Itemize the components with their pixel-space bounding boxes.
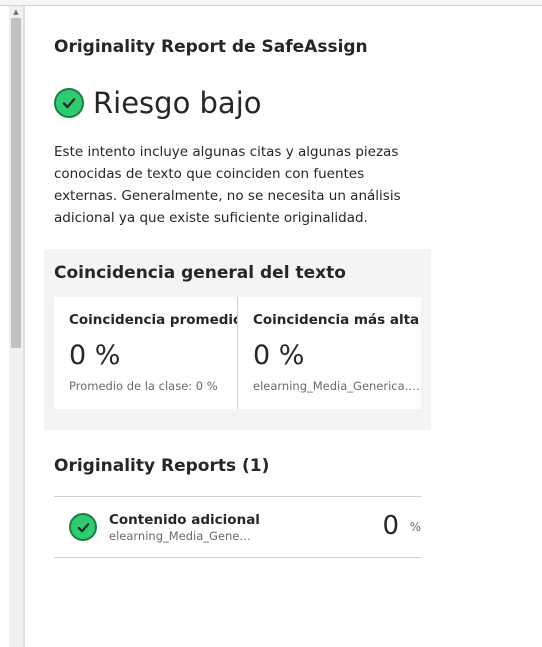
highest-match-value: 0 % [253,340,305,371]
vertical-scrollbar[interactable]: ▲ [9,6,23,647]
check-circle-icon [69,513,97,541]
risk-level: Riesgo bajo [54,86,262,120]
scrollbar-thumb[interactable] [11,18,21,348]
risk-description: Este intento incluye algunas citas y alg… [54,144,401,226]
risk-label: Riesgo bajo [93,86,262,120]
average-match-value: 0 % [69,340,121,371]
originality-reports-title: Originality Reports (1) [54,456,270,476]
check-circle-icon [54,88,84,118]
match-cards: Coincidencia promedio 0 % Promedio de la… [54,297,421,409]
average-match-card: Coincidencia promedio 0 % Promedio de la… [54,297,238,409]
overall-match-section: Coincidencia general del texto Coinciden… [44,249,431,430]
report-item-score: 0 [382,511,399,541]
list-item[interactable]: Contenido adicional elearning_Media_Gene… [54,496,421,558]
scroll-up-arrow-icon[interactable]: ▲ [9,6,23,18]
report-item-file: elearning_Media_Gener... [109,529,254,543]
report-title: Originality Report de SafeAssign [54,37,368,57]
average-match-label: Coincidencia promedio [69,312,238,328]
report-item-percent-unit: % [409,520,421,534]
highest-match-source[interactable]: elearning_Media_Generica.p... [253,379,420,393]
overall-match-title: Coincidencia general del texto [54,263,346,283]
report-item-name[interactable]: Contenido adicional [109,512,260,528]
highest-match-label: Coincidencia más alta [253,312,420,328]
originality-report-panel: Originality Report de SafeAssign Riesgo … [25,6,542,647]
highest-match-card: Coincidencia más alta 0 % elearning_Medi… [238,297,421,409]
class-average-text: Promedio de la clase: 0 % [69,379,218,393]
